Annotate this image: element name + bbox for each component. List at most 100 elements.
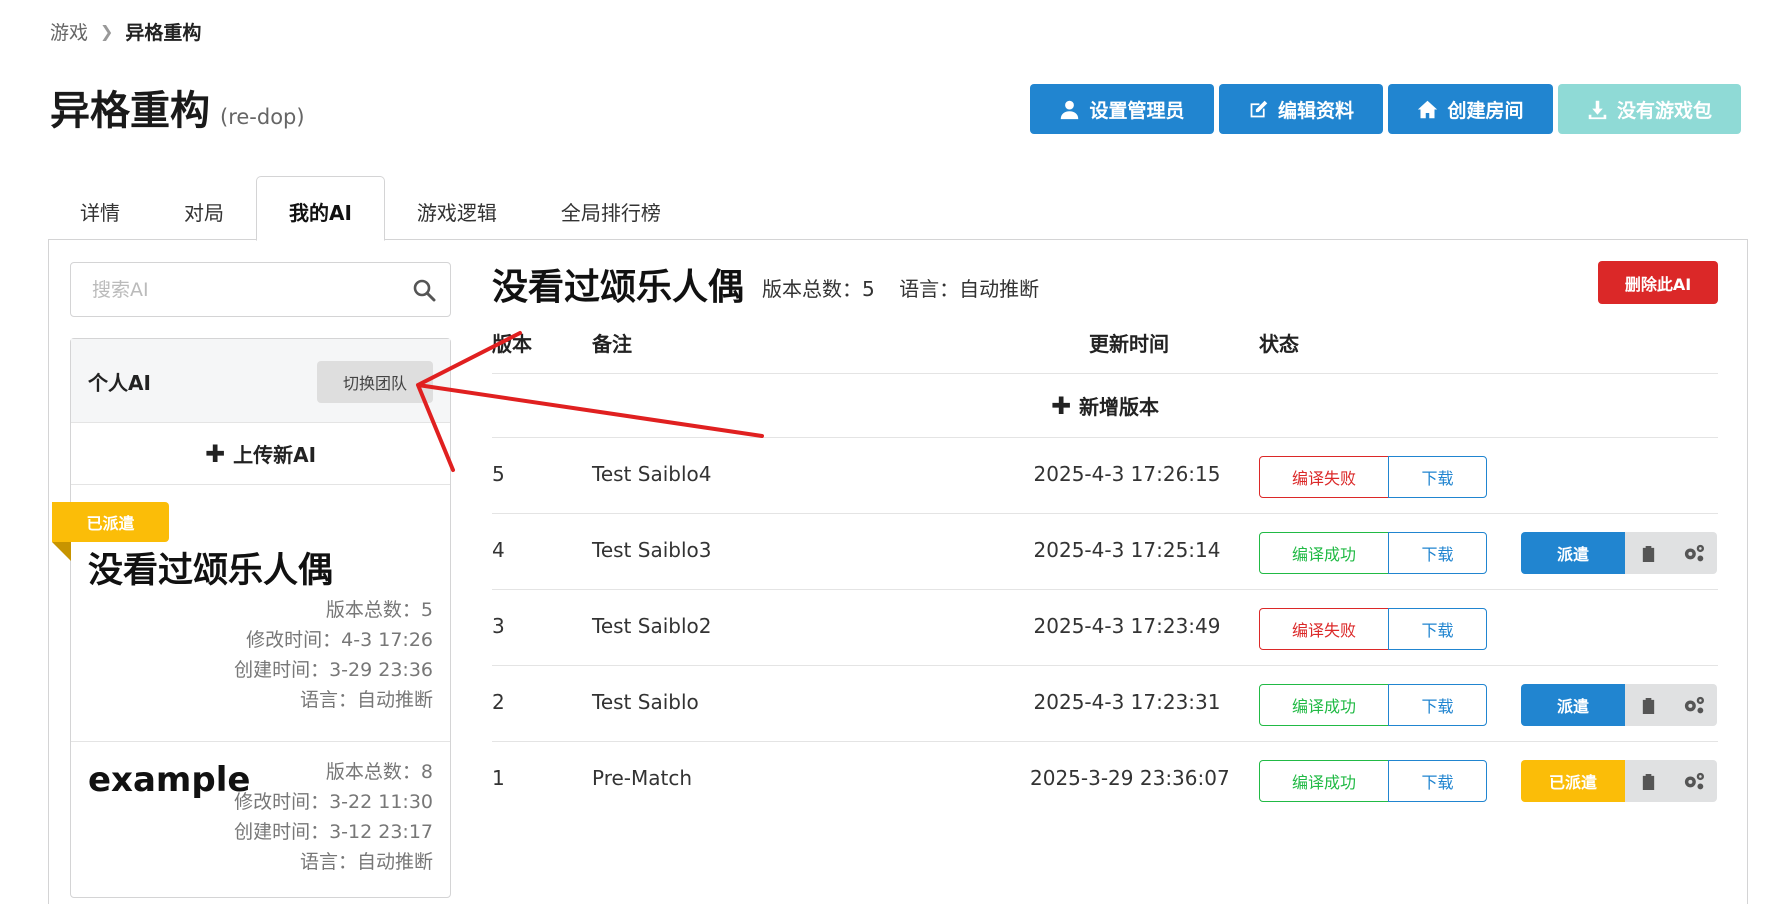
- deploy-button[interactable]: 派遣: [1521, 532, 1625, 574]
- gears-icon: [1684, 544, 1704, 562]
- version-time: 2025-4-3 17:26:15: [1033, 462, 1221, 486]
- download-button[interactable]: 下载: [1388, 684, 1487, 726]
- language-label: 语言：自动推断: [899, 277, 1040, 301]
- column-note: 备注: [592, 332, 632, 356]
- home-icon: [1418, 100, 1438, 118]
- switch-team-button[interactable]: 切换团队: [317, 361, 433, 403]
- clipboard-icon: [1642, 545, 1654, 562]
- download-button[interactable]: 下载: [1388, 760, 1487, 802]
- create-room-button[interactable]: 创建房间: [1388, 84, 1553, 134]
- version-number: 3: [492, 614, 505, 638]
- set-admin-button[interactable]: 设置管理员: [1030, 84, 1214, 134]
- column-updated: 更新时间: [1089, 332, 1169, 356]
- breadcrumb-games-link[interactable]: 游戏: [50, 18, 88, 45]
- version-note: Test Saiblo4: [592, 462, 712, 486]
- version-count: 版本总数：5: [762, 277, 875, 301]
- ai-list-header: 个人AI 切换团队: [71, 339, 450, 423]
- plus-icon: ✚: [1050, 391, 1072, 420]
- edit-icon: [1250, 100, 1268, 117]
- version-number: 1: [492, 766, 505, 790]
- delete-ai-button[interactable]: 删除此AI: [1598, 261, 1718, 304]
- user-icon: [1061, 100, 1079, 119]
- ai-meta: 版本总数：8 修改时间：3-22 11:30 创建时间：3-12 23:17 语…: [234, 761, 433, 873]
- ai-detail-title: 没看过颂乐人偶: [492, 267, 745, 308]
- edit-profile-button[interactable]: 编辑资料: [1219, 84, 1383, 134]
- version-time: 2025-4-3 17:23:31: [1033, 690, 1221, 714]
- settings-button[interactable]: [1671, 760, 1717, 802]
- tab-details[interactable]: 详情: [48, 176, 152, 240]
- search-box: [70, 262, 451, 317]
- add-version-button[interactable]: ✚ 新增版本: [492, 374, 1718, 438]
- deploy-group: 派遣: [1521, 684, 1717, 726]
- ai-list-title: 个人AI: [88, 371, 151, 395]
- version-note: Test Saiblo2: [592, 614, 712, 638]
- deployed-ribbon: 已派遣: [52, 502, 169, 542]
- clipboard-icon: [1642, 697, 1654, 714]
- tab-leaderboard[interactable]: 全局排行榜: [529, 176, 693, 240]
- deploy-group: 派遣: [1521, 532, 1717, 574]
- search-icon[interactable]: [412, 278, 436, 302]
- status-group: 编译成功 下载: [1259, 532, 1487, 574]
- game-code: (re-dop): [220, 105, 305, 129]
- deploy-group: 已派遣: [1521, 760, 1717, 802]
- compile-status-badge[interactable]: 编译失败: [1259, 608, 1389, 650]
- compile-status-badge[interactable]: 编译成功: [1259, 532, 1389, 574]
- tab-my-ai[interactable]: 我的AI: [256, 176, 385, 241]
- version-note: Test Saiblo: [592, 690, 699, 714]
- breadcrumb: 游戏 ❯ 异格重构: [50, 18, 201, 45]
- tab-game-logic[interactable]: 游戏逻辑: [385, 176, 529, 240]
- search-input[interactable]: [71, 263, 450, 316]
- page-title: 异格重构 (re-dop): [50, 78, 305, 136]
- settings-button[interactable]: [1671, 684, 1717, 726]
- chevron-right-icon: ❯: [100, 22, 114, 41]
- clipboard-button[interactable]: [1625, 684, 1671, 726]
- column-version: 版本: [492, 332, 532, 356]
- deploy-button[interactable]: 派遣: [1521, 684, 1625, 726]
- download-button[interactable]: 下载: [1388, 532, 1487, 574]
- status-group: 编译成功 下载: [1259, 760, 1487, 802]
- ribbon-fold: [52, 542, 71, 561]
- compile-status-badge[interactable]: 编译成功: [1259, 760, 1389, 802]
- gears-icon: [1684, 696, 1704, 714]
- table-row: 4 Test Saiblo3 2025-4-3 17:25:14 编译成功 下载…: [492, 514, 1718, 590]
- download-icon: [1588, 100, 1607, 119]
- status-group: 编译成功 下载: [1259, 684, 1487, 726]
- plus-icon: ✚: [204, 439, 226, 468]
- gears-icon: [1684, 772, 1704, 790]
- version-note: Pre-Match: [592, 766, 693, 790]
- download-button[interactable]: 下载: [1388, 456, 1487, 498]
- ai-list-item[interactable]: example 版本总数：8 修改时间：3-22 11:30 创建时间：3-12…: [71, 742, 450, 896]
- status-group: 编译失败 下载: [1259, 456, 1487, 498]
- download-button[interactable]: 下载: [1388, 608, 1487, 650]
- compile-status-badge[interactable]: 编译成功: [1259, 684, 1389, 726]
- version-time: 2025-3-29 23:36:07: [1030, 766, 1230, 790]
- deployed-button[interactable]: 已派遣: [1521, 760, 1625, 802]
- table-row: 3 Test Saiblo2 2025-4-3 17:23:49 编译失败 下载: [492, 590, 1718, 666]
- table-row: 5 Test Saiblo4 2025-4-3 17:26:15 编译失败 下载: [492, 438, 1718, 514]
- table-header: 版本 备注 更新时间 状态: [492, 316, 1718, 374]
- ai-meta: 版本总数：5 修改时间：4-3 17:26 创建时间：3-29 23:36 语言…: [234, 599, 433, 711]
- upload-new-ai-button[interactable]: ✚ 上传新AI: [71, 423, 450, 485]
- clipboard-button[interactable]: [1625, 532, 1671, 574]
- ai-name: 没看过颂乐人偶: [88, 551, 334, 591]
- ai-list: 个人AI 切换团队 ✚ 上传新AI 已派遣 没看过颂乐人偶 版本总数：5 修改时…: [52, 338, 451, 898]
- compile-status-badge[interactable]: 编译失败: [1259, 456, 1389, 498]
- version-time: 2025-4-3 17:25:14: [1033, 538, 1221, 562]
- table-row: 1 Pre-Match 2025-3-29 23:36:07 编译成功 下载 已…: [492, 742, 1718, 818]
- settings-button[interactable]: [1671, 532, 1717, 574]
- no-game-package-button[interactable]: 没有游戏包: [1558, 84, 1741, 134]
- ai-list-item[interactable]: 已派遣 没看过颂乐人偶 版本总数：5 修改时间：4-3 17:26 创建时间：3…: [52, 485, 450, 742]
- ai-detail-info: 版本总数：5 语言：自动推断: [762, 273, 1057, 302]
- version-table: 版本 备注 更新时间 状态 ✚ 新增版本 5 Test Saiblo4 2025…: [492, 316, 1718, 818]
- game-title: 异格重构: [50, 88, 210, 134]
- version-time: 2025-4-3 17:23:49: [1033, 614, 1221, 638]
- breadcrumb-current: 异格重构: [125, 22, 202, 44]
- version-number: 2: [492, 690, 505, 714]
- ai-name: example: [88, 760, 251, 800]
- tab-matches[interactable]: 对局: [152, 176, 256, 240]
- clipboard-icon: [1642, 773, 1654, 790]
- clipboard-button[interactable]: [1625, 760, 1671, 802]
- action-bar: 设置管理员 编辑资料 创建房间 没有游戏包: [1030, 84, 1741, 134]
- status-group: 编译失败 下载: [1259, 608, 1487, 650]
- version-number: 4: [492, 538, 505, 562]
